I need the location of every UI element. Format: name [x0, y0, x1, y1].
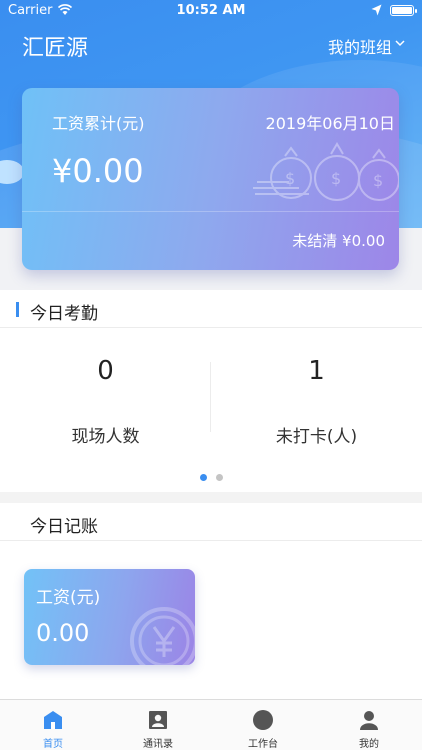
- section-title: 今日考勤: [30, 304, 98, 324]
- team-selector[interactable]: 我的班组: [328, 34, 392, 58]
- salary-date: 2019年06月10日: [265, 114, 395, 133]
- unsettled-amount: 未结清 ¥0.00: [292, 232, 385, 250]
- onsite-count[interactable]: 0: [0, 356, 211, 386]
- svg-text:$: $: [331, 169, 341, 188]
- chevron-down-icon[interactable]: [395, 38, 405, 48]
- yen-coin-icon: [130, 607, 195, 665]
- unclocked-label: 未打卡(人): [275, 427, 358, 447]
- workbench-icon: [253, 710, 273, 730]
- svg-text:$: $: [285, 169, 295, 188]
- tab-bar: 首页 通讯录 工作台 我的: [0, 699, 422, 750]
- section-accent-bar: [16, 302, 19, 317]
- salary-summary-card[interactable]: $ $ $ 工资累计(元) 2019年06月10日 ¥0.00 未结清 ¥0.00: [22, 88, 399, 270]
- wage-card[interactable]: 工资(元) 0.00: [24, 569, 195, 665]
- tab-workbench[interactable]: 工作台: [210, 700, 316, 750]
- unclocked-count[interactable]: 1: [211, 356, 422, 386]
- clock: 10:52 AM: [176, 3, 246, 18]
- wage-value: 0.00: [36, 619, 90, 647]
- tab-label: 工作台: [248, 739, 278, 750]
- home-icon: [44, 711, 62, 729]
- profile-icon: [360, 711, 378, 730]
- wage-label: 工资(元): [36, 588, 101, 608]
- salary-total-amount: ¥0.00: [52, 152, 144, 190]
- app-title: 汇匠源: [22, 36, 89, 61]
- tab-label: 首页: [43, 739, 63, 750]
- pager-dot-active[interactable]: [200, 474, 207, 481]
- contacts-icon: [149, 711, 167, 729]
- pager-dot[interactable]: [216, 474, 223, 481]
- status-bar: Carrier 10:52 AM: [0, 0, 422, 22]
- tab-label: 通讯录: [143, 739, 173, 750]
- money-bags-illustration: $ $ $: [253, 142, 399, 201]
- attendance-header: 今日考勤: [0, 290, 422, 328]
- location-arrow-icon: [371, 4, 382, 16]
- salary-total-label: 工资累计(元): [52, 114, 145, 133]
- ledger-header: 今日记账: [0, 503, 422, 541]
- tab-label: 我的: [359, 739, 379, 750]
- card-divider: [22, 211, 399, 212]
- svg-text:$: $: [373, 171, 383, 190]
- battery-icon: [390, 5, 417, 16]
- onsite-label: 现场人数: [71, 427, 140, 447]
- tab-contacts[interactable]: 通讯录: [105, 700, 211, 750]
- tab-profile[interactable]: 我的: [316, 700, 422, 750]
- section-title: 今日记账: [30, 517, 98, 537]
- tab-home[interactable]: 首页: [0, 700, 106, 750]
